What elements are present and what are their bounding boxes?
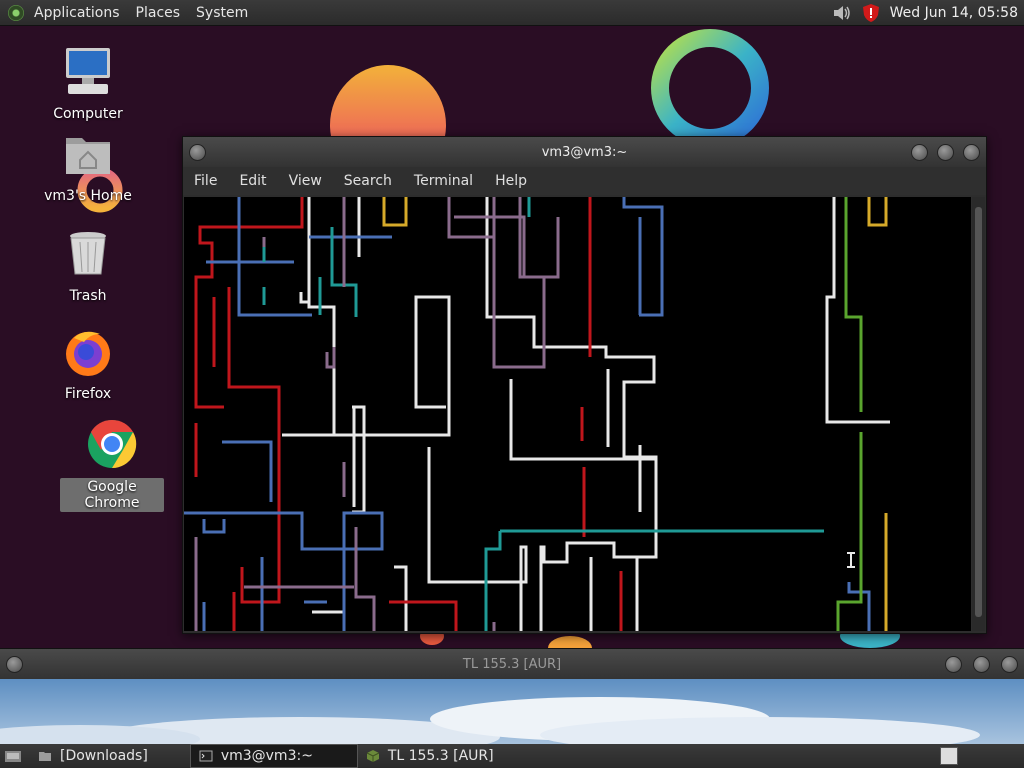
clouds-image	[0, 697, 980, 745]
home-folder-icon	[66, 138, 110, 174]
maximize-icon[interactable]	[973, 656, 990, 673]
desktop-icon-label: Firefox	[64, 386, 112, 402]
taskbar-item-label: vm3@vm3:~	[220, 748, 313, 764]
speaker-icon[interactable]	[832, 4, 852, 22]
trash-icon	[70, 232, 106, 275]
taskbar-item-terminal[interactable]: vm3@vm3:~	[189, 744, 358, 768]
desktop-icon-label: Trash	[69, 288, 107, 304]
shield-icon[interactable]	[862, 3, 880, 23]
panel-menu: Applications Places System	[26, 0, 256, 25]
menu-view[interactable]: View	[278, 173, 333, 189]
window-menu-icon[interactable]	[6, 656, 23, 673]
tl-titlebar[interactable]: TL 155.3 [AUR]	[0, 649, 1024, 679]
game-sky-view[interactable]	[0, 679, 1024, 745]
pipes-screensaver-output	[184, 197, 890, 631]
top-panel: Applications Places System Wed Jun 14, 0…	[0, 0, 1024, 26]
cube-icon	[366, 750, 380, 762]
desktop-icon-label: Computer	[53, 106, 123, 122]
maximize-icon[interactable]	[937, 144, 954, 161]
desktop-icon-trash[interactable]: Trash	[38, 228, 138, 304]
window-title: vm3@vm3:~	[541, 144, 628, 160]
menu-search[interactable]: Search	[333, 173, 403, 189]
desktop-icon-label: Google Chrome	[60, 478, 164, 512]
distro-logo-icon[interactable]	[8, 4, 24, 21]
terminal-window[interactable]: vm3@vm3:~ File Edit View Search Terminal…	[182, 136, 987, 634]
clock[interactable]: Wed Jun 14, 05:58	[890, 5, 1024, 21]
system-menu[interactable]: System	[188, 5, 256, 21]
menu-help[interactable]: Help	[484, 173, 538, 189]
close-icon[interactable]	[1001, 656, 1018, 673]
desktop-icon-label: vm3's Home	[44, 188, 132, 204]
minimize-icon[interactable]	[911, 144, 928, 161]
applications-menu[interactable]: Applications	[26, 5, 128, 21]
taskbar-item-downloads[interactable]: [Downloads]	[30, 745, 156, 767]
firefox-icon	[66, 331, 110, 376]
system-tray: Wed Jun 14, 05:58	[832, 0, 1024, 25]
folder-icon	[39, 752, 51, 761]
taskbar-item-label: [Downloads]	[60, 748, 148, 764]
terminal-scrollbar[interactable]	[972, 197, 985, 631]
desktop-icon-chrome[interactable]: Google Chrome	[60, 418, 164, 512]
window-title: TL 155.3 [AUR]	[462, 656, 562, 672]
show-desktop-icon[interactable]	[4, 749, 22, 763]
menu-file[interactable]: File	[183, 173, 228, 189]
scrollbar-thumb[interactable]	[975, 207, 982, 617]
chrome-icon	[88, 419, 137, 469]
tl-window[interactable]: TL 155.3 [AUR]	[0, 648, 1024, 745]
places-menu[interactable]: Places	[128, 5, 189, 21]
taskbar-item-label: TL 155.3 [AUR]	[387, 748, 494, 764]
taskbar: [Downloads] vm3@vm3:~ TL 155.3 [AUR]	[0, 744, 1024, 768]
window-menu-icon[interactable]	[189, 144, 206, 161]
desktop-icon-firefox[interactable]: Firefox	[38, 326, 138, 402]
terminal-titlebar[interactable]: vm3@vm3:~	[183, 137, 986, 167]
taskbar-item-tl[interactable]: TL 155.3 [AUR]	[358, 745, 502, 767]
desktop-icon-home[interactable]: vm3's Home	[38, 128, 138, 204]
close-icon[interactable]	[963, 144, 980, 161]
terminal-icon	[199, 750, 213, 762]
menu-terminal[interactable]: Terminal	[403, 173, 484, 189]
desktop-icon-computer[interactable]: Computer	[38, 46, 138, 122]
workspace-switcher-icon[interactable]	[940, 747, 958, 765]
terminal-menubar: File Edit View Search Terminal Help	[183, 167, 986, 195]
minimize-icon[interactable]	[945, 656, 962, 673]
terminal-output[interactable]	[184, 197, 971, 631]
menu-edit[interactable]: Edit	[228, 173, 277, 189]
computer-icon	[66, 48, 110, 94]
